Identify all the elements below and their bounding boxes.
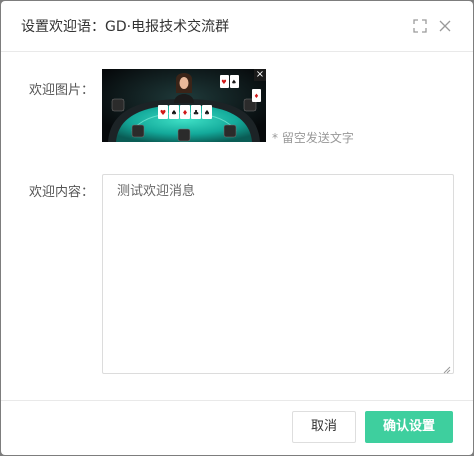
dialog-header: 设置欢迎语：GD·电报技术交流群 xyxy=(1,1,473,52)
svg-text:♠: ♠ xyxy=(231,79,236,86)
resize-handle-icon[interactable] xyxy=(443,363,451,374)
svg-text:♥: ♥ xyxy=(160,109,166,117)
poker-table-image: ♥ ♠ ♦ ♣ ♠ ♥ ♠ ♦ xyxy=(102,69,266,142)
dialog-footer: 取消 确认设置 xyxy=(1,400,473,455)
confirm-button[interactable]: 确认设置 xyxy=(365,411,453,443)
svg-text:♣: ♣ xyxy=(193,109,199,117)
remove-image-icon[interactable]: × xyxy=(254,69,266,81)
image-hint: * 留空发送文字 xyxy=(272,131,354,145)
svg-text:♠: ♠ xyxy=(204,109,210,117)
welcome-message-dialog: 设置欢迎语：GD·电报技术交流群 欢迎图片： ♥ ♠ ♦ ♣ ♠ ♥ ♠ ♦ ×… xyxy=(1,1,473,455)
cancel-button[interactable]: 取消 xyxy=(292,411,356,443)
dialog-title: 设置欢迎语：GD·电报技术交流群 xyxy=(21,19,230,35)
svg-text:♦: ♦ xyxy=(254,93,259,100)
svg-text:♥: ♥ xyxy=(221,79,226,86)
svg-text:♦: ♦ xyxy=(182,109,188,117)
welcome-image[interactable]: ♥ ♠ ♦ ♣ ♠ ♥ ♠ ♦ × xyxy=(102,69,266,142)
close-icon[interactable] xyxy=(438,18,452,32)
maximize-icon[interactable] xyxy=(413,18,427,33)
image-label: 欢迎图片： xyxy=(29,83,95,98)
content-label: 欢迎内容： xyxy=(29,185,95,200)
welcome-content-textarea[interactable]: 测试欢迎消息 xyxy=(102,174,454,374)
welcome-content-value: 测试欢迎消息 xyxy=(117,184,196,199)
svg-text:♠: ♠ xyxy=(171,109,177,117)
